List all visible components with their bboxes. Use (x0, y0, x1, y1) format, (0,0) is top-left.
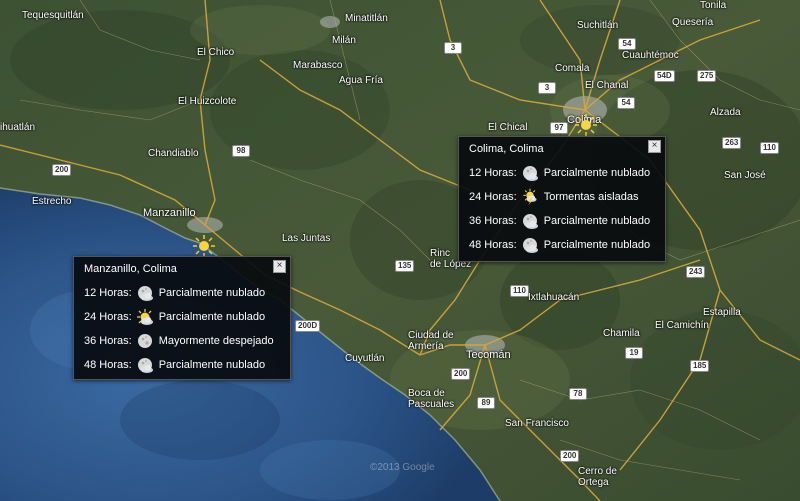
forecast-row: 36 Horas: Parcialmente nublado (469, 211, 650, 231)
forecast-description: Parcialmente nublado (543, 167, 651, 179)
cloudy-moon-icon (522, 214, 538, 229)
highway-shield: 135 (395, 260, 415, 272)
forecast-period: 36 Horas: (469, 215, 517, 227)
forecast-row: 48 Horas: Parcialmente nublado (84, 355, 265, 375)
close-button[interactable]: × (648, 140, 661, 153)
weather-sun-marker-colima[interactable] (574, 113, 598, 137)
highway-shield: 54 (618, 38, 636, 50)
forecast-period: 12 Horas: (469, 167, 517, 179)
place-label: Comala (555, 63, 590, 74)
place-label: Chandiablo (148, 148, 199, 159)
place-label: Ciudad de Armería (408, 330, 454, 352)
place-label: Las Juntas (282, 233, 331, 244)
place-label: Estapilla (703, 307, 741, 318)
popup-title: Manzanillo, Colima (84, 263, 177, 275)
highway-shield: 200 (451, 368, 471, 380)
map-background[interactable] (0, 0, 800, 501)
place-label: San Francisco (505, 418, 569, 429)
highway-shield: 200D (295, 320, 321, 332)
forecast-period: 12 Horas: (84, 287, 132, 299)
weather-popup-colima: Colima, Colima × 12 Horas: Parcialmente … (458, 136, 666, 262)
forecast-description: Parcialmente nublado (158, 359, 266, 371)
place-label: Tequesquitlán (22, 10, 84, 21)
cloudy-sun-icon (136, 308, 153, 325)
weather-popup-manzanillo: Manzanillo, Colima × 12 Horas: Parcialme… (73, 256, 291, 380)
highway-shield: 3 (444, 42, 462, 54)
place-label: El Huizcolote (178, 96, 237, 107)
place-label: El Chico (197, 47, 235, 58)
forecast-row: 24 Horas: Parcialmente nublado (84, 307, 265, 327)
highway-shield: 110 (510, 285, 529, 297)
highway-shield: 200 (52, 164, 72, 176)
forecast-row: 12 Horas: Parcialmente nublado (469, 163, 650, 183)
place-label: Cerro de Ortega (578, 466, 617, 488)
forecast-row: 36 Horas: Mayormente despejado (84, 331, 274, 351)
weather-sun-marker-manzanillo[interactable] (192, 234, 216, 258)
forecast-period: 24 Horas: (84, 311, 132, 323)
place-label: Marabasco (293, 60, 343, 71)
place-label: El Chanal (585, 80, 629, 91)
cloudy-moon-icon (522, 238, 538, 253)
place-label: Manzanillo (143, 207, 196, 219)
storm-sun-icon (522, 188, 537, 206)
place-label: San José (724, 170, 766, 181)
place-label: Ixtlahuacán (528, 292, 580, 303)
highway-shield: 200 (560, 450, 580, 462)
place-label: Cuyutlán (345, 353, 385, 364)
highway-shield: 275 (697, 70, 717, 82)
highway-shield: 98 (232, 145, 250, 157)
place-label: Tonila (700, 0, 727, 11)
highway-shield: 185 (690, 360, 710, 372)
forecast-description: Parcialmente nublado (543, 239, 651, 251)
forecast-description: Parcialmente nublado (158, 311, 266, 323)
cloudy-moon-icon (137, 286, 153, 301)
popup-title: Colima, Colima (469, 143, 544, 155)
highway-shield: 263 (722, 137, 742, 149)
place-label: El Chical (488, 122, 528, 133)
place-label: Agua Fría (339, 75, 383, 86)
place-label: Tecomán (466, 349, 511, 361)
forecast-row: 12 Horas: Parcialmente nublado (84, 283, 265, 303)
forecast-description: Mayormente despejado (158, 335, 274, 347)
place-label: ihuatlán (0, 122, 36, 133)
moon-icon (137, 334, 152, 348)
forecast-description: Parcialmente nublado (543, 215, 651, 227)
highway-shield: 89 (477, 397, 495, 409)
place-label: El Camichín (655, 320, 709, 331)
place-label: Cuauhtémoc (622, 50, 679, 61)
cloudy-moon-icon (522, 166, 538, 181)
forecast-row: 48 Horas: Parcialmente nublado (469, 235, 650, 255)
place-label: Milán (332, 35, 356, 46)
place-label: Suchitlán (577, 20, 619, 31)
forecast-row: 24 Horas: Tormentas aisladas (469, 187, 638, 207)
forecast-period: 48 Horas: (84, 359, 132, 371)
forecast-description: Tormentas aisladas (543, 191, 639, 203)
map-attribution: ©2013 Google (370, 462, 435, 473)
place-label: Alzada (710, 107, 741, 118)
cloudy-moon-icon (137, 358, 153, 373)
highway-shield: 54 (617, 97, 635, 109)
highway-shield: 54D (654, 70, 675, 82)
forecast-description: Parcialmente nublado (158, 287, 266, 299)
place-label: Boca de Pascuales (408, 388, 455, 410)
place-label: Estrecho (32, 196, 72, 207)
highway-shield: 97 (550, 122, 568, 134)
highway-shield: 3 (538, 82, 556, 94)
forecast-period: 24 Horas: (469, 191, 517, 203)
place-label: Chamila (603, 328, 640, 339)
forecast-period: 48 Horas: (469, 239, 517, 251)
highway-shield: 19 (625, 347, 643, 359)
highway-shield: 243 (686, 266, 706, 278)
close-button[interactable]: × (273, 260, 286, 273)
place-label: Minatitlán (345, 13, 388, 24)
forecast-period: 36 Horas: (84, 335, 132, 347)
highway-shield: 78 (569, 388, 587, 400)
place-label: Quesería (672, 17, 714, 28)
highway-shield: 110 (760, 142, 779, 154)
